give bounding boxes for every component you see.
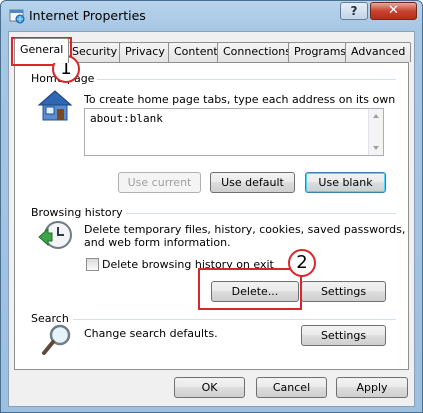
ok-button[interactable]: OK bbox=[174, 377, 245, 398]
scroll-down-arrow-icon[interactable] bbox=[373, 146, 379, 150]
cancel-button[interactable]: Cancel bbox=[256, 377, 327, 398]
delete-on-exit-checkbox[interactable] bbox=[86, 258, 99, 271]
search-settings-button[interactable]: Settings bbox=[301, 325, 386, 346]
search-description: Change search defaults. bbox=[84, 327, 218, 340]
use-blank-button[interactable]: Use blank bbox=[305, 172, 386, 193]
scroll-up-arrow-icon[interactable] bbox=[373, 114, 379, 118]
help-button[interactable]: ? bbox=[340, 2, 368, 20]
internet-properties-dialog: Internet Properties ? ✕ General Security… bbox=[0, 0, 423, 413]
tab-content[interactable]: Content bbox=[168, 42, 224, 62]
browsing-history-group-label: Browsing history bbox=[31, 206, 126, 219]
browsing-history-settings-button[interactable]: Settings bbox=[301, 281, 386, 302]
window-title: Internet Properties bbox=[29, 8, 146, 23]
delete-button-highlight bbox=[198, 268, 302, 310]
internet-options-icon bbox=[9, 9, 25, 24]
step-2-callout: 2 bbox=[288, 249, 316, 277]
house-icon bbox=[37, 90, 73, 121]
textbox-scrollbar[interactable] bbox=[368, 109, 383, 155]
browsing-history-divider bbox=[126, 213, 396, 214]
tab-programs[interactable]: Programs bbox=[288, 42, 353, 62]
title-bar[interactable]: Internet Properties ? ✕ bbox=[1, 1, 422, 31]
browsing-history-description-line1: Delete temporary files, history, cookies… bbox=[84, 223, 406, 236]
close-button[interactable]: ✕ bbox=[370, 2, 417, 20]
use-current-button[interactable]: Use current bbox=[118, 172, 201, 193]
use-default-button[interactable]: Use default bbox=[210, 172, 295, 193]
tab-connections[interactable]: Connections bbox=[217, 42, 297, 62]
search-divider bbox=[73, 319, 396, 320]
apply-button[interactable]: Apply bbox=[336, 377, 408, 398]
home-page-address-textbox[interactable]: about:blank bbox=[84, 108, 384, 156]
browsing-history-description-line2: and web form information. bbox=[84, 236, 231, 249]
tab-advanced[interactable]: Advanced bbox=[345, 42, 412, 62]
home-page-divider bbox=[96, 79, 396, 80]
history-clock-icon bbox=[38, 221, 72, 249]
tab-privacy[interactable]: Privacy bbox=[119, 42, 171, 62]
home-page-address-value: about:blank bbox=[90, 112, 163, 125]
magnifier-icon bbox=[42, 324, 71, 355]
tab-general[interactable]: General bbox=[14, 38, 70, 63]
